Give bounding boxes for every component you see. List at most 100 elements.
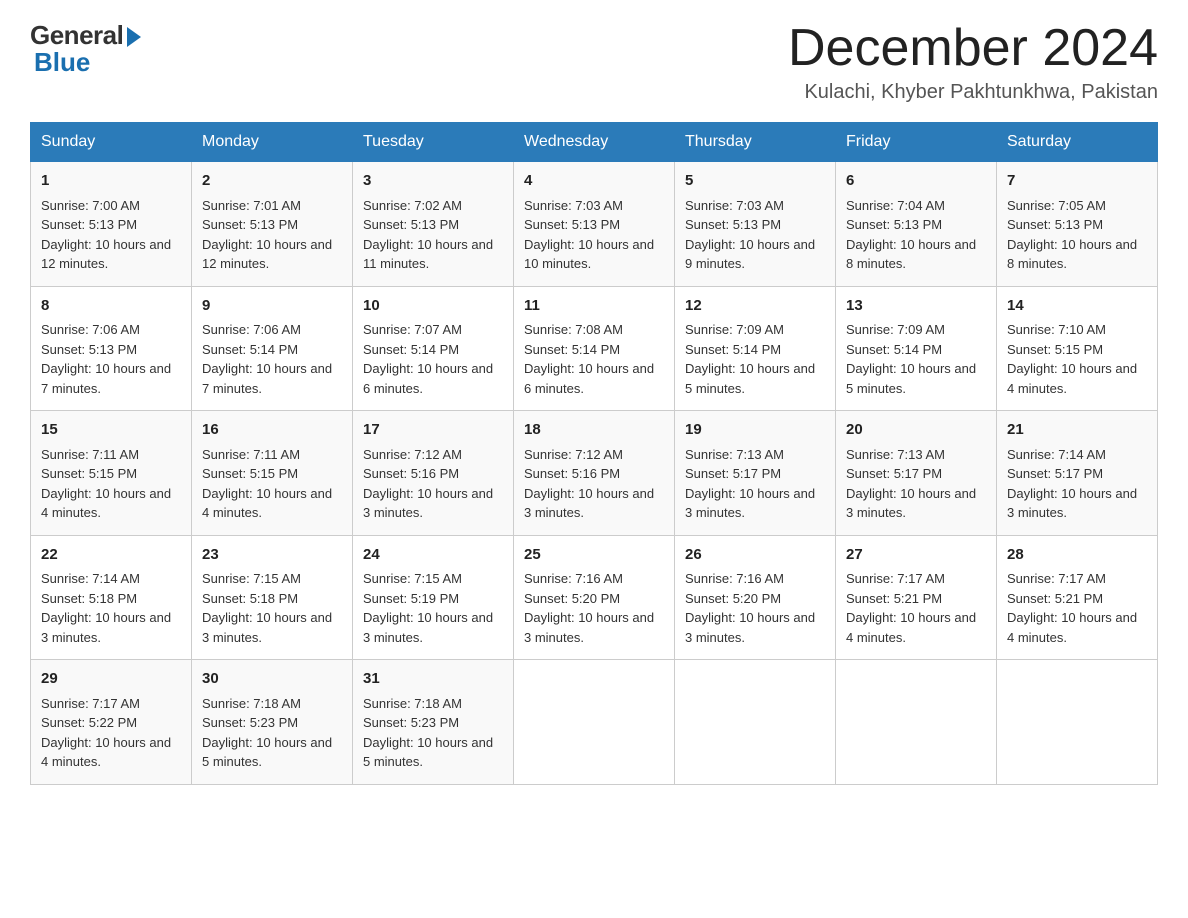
calendar-cell: 1Sunrise: 7:00 AMSunset: 5:13 PMDaylight…: [31, 162, 192, 287]
day-number: 6: [846, 170, 986, 193]
sunrise-text: Sunrise: 7:09 AM: [685, 322, 784, 337]
daylight-text: Daylight: 10 hours and 4 minutes.: [41, 735, 171, 770]
calendar-cell: 8Sunrise: 7:06 AMSunset: 5:13 PMDaylight…: [31, 286, 192, 411]
calendar-cell: [836, 660, 997, 785]
calendar-cell: [675, 660, 836, 785]
day-number: 23: [202, 544, 342, 567]
logo-triangle-icon: [127, 27, 141, 47]
daylight-text: Daylight: 10 hours and 5 minutes.: [363, 735, 493, 770]
sunset-text: Sunset: 5:13 PM: [846, 217, 942, 232]
calendar-header-sunday: Sunday: [31, 123, 192, 162]
calendar-header-wednesday: Wednesday: [514, 123, 675, 162]
calendar-header-monday: Monday: [192, 123, 353, 162]
day-number: 21: [1007, 419, 1147, 442]
sunrise-text: Sunrise: 7:17 AM: [846, 571, 945, 586]
sunset-text: Sunset: 5:21 PM: [1007, 591, 1103, 606]
calendar-cell: 4Sunrise: 7:03 AMSunset: 5:13 PMDaylight…: [514, 162, 675, 287]
calendar-cell: 2Sunrise: 7:01 AMSunset: 5:13 PMDaylight…: [192, 162, 353, 287]
calendar-header-friday: Friday: [836, 123, 997, 162]
sunrise-text: Sunrise: 7:11 AM: [202, 447, 300, 462]
page-header: General Blue December 2024 Kulachi, Khyb…: [30, 20, 1158, 104]
daylight-text: Daylight: 10 hours and 3 minutes.: [846, 486, 976, 521]
daylight-text: Daylight: 10 hours and 8 minutes.: [1007, 237, 1137, 272]
sunrise-text: Sunrise: 7:05 AM: [1007, 198, 1106, 213]
sunset-text: Sunset: 5:14 PM: [524, 342, 620, 357]
daylight-text: Daylight: 10 hours and 4 minutes.: [846, 610, 976, 645]
day-number: 8: [41, 295, 181, 318]
sunrise-text: Sunrise: 7:14 AM: [41, 571, 140, 586]
sunrise-text: Sunrise: 7:12 AM: [363, 447, 462, 462]
calendar-cell: 12Sunrise: 7:09 AMSunset: 5:14 PMDayligh…: [675, 286, 836, 411]
sunrise-text: Sunrise: 7:12 AM: [524, 447, 623, 462]
sunset-text: Sunset: 5:14 PM: [363, 342, 459, 357]
day-number: 30: [202, 668, 342, 691]
calendar-table: SundayMondayTuesdayWednesdayThursdayFrid…: [30, 122, 1158, 785]
calendar-cell: 25Sunrise: 7:16 AMSunset: 5:20 PMDayligh…: [514, 535, 675, 660]
sunset-text: Sunset: 5:14 PM: [846, 342, 942, 357]
daylight-text: Daylight: 10 hours and 3 minutes.: [524, 486, 654, 521]
logo: General Blue: [30, 20, 141, 78]
calendar-week-row: 15 Sunrise: 7:11 AM Sunset: 5:15 PM Dayligh…: [31, 411, 1158, 536]
sunset-text: Sunset: 5:13 PM: [41, 217, 137, 232]
month-title: December 2024: [788, 20, 1158, 77]
calendar-header-saturday: Saturday: [997, 123, 1158, 162]
sunrise-text: Sunrise: 7:03 AM: [685, 198, 784, 213]
day-number: 11: [524, 295, 664, 318]
sunrise-text: Sunrise: 7:07 AM: [363, 322, 462, 337]
sunset-text: Sunset: 5:13 PM: [1007, 217, 1103, 232]
calendar-cell: 5Sunrise: 7:03 AMSunset: 5:13 PMDaylight…: [675, 162, 836, 287]
day-number: 4: [524, 170, 664, 193]
sunset-text: Sunset: 5:17 PM: [1007, 466, 1103, 481]
sunset-text: Sunset: 5:15 PM: [1007, 342, 1103, 357]
daylight-text: Daylight: 10 hours and 4 minutes.: [41, 486, 171, 521]
calendar-cell: 18 Sunrise: 7:12 AM Sunset: 5:16 PM Dayligh…: [514, 411, 675, 536]
day-number: 15: [41, 419, 181, 442]
day-number: 26: [685, 544, 825, 567]
calendar-cell: 28Sunrise: 7:17 AMSunset: 5:21 PMDayligh…: [997, 535, 1158, 660]
sunrise-text: Sunrise: 7:18 AM: [363, 696, 462, 711]
calendar-cell: 26Sunrise: 7:16 AMSunset: 5:20 PMDayligh…: [675, 535, 836, 660]
daylight-text: Daylight: 10 hours and 6 minutes.: [363, 361, 493, 396]
daylight-text: Daylight: 10 hours and 3 minutes.: [363, 486, 493, 521]
sunrise-text: Sunrise: 7:18 AM: [202, 696, 301, 711]
sunset-text: Sunset: 5:22 PM: [41, 715, 137, 730]
daylight-text: Daylight: 10 hours and 3 minutes.: [685, 610, 815, 645]
day-number: 2: [202, 170, 342, 193]
sunrise-text: Sunrise: 7:10 AM: [1007, 322, 1106, 337]
sunrise-text: Sunrise: 7:17 AM: [1007, 571, 1106, 586]
calendar-cell: 16Sunrise: 7:11 AMSunset: 5:15 PMDayligh…: [192, 411, 353, 536]
day-number: 12: [685, 295, 825, 318]
sunset-text: Sunset: 5:13 PM: [524, 217, 620, 232]
sunset-text: Sunset: 5:15 PM: [202, 466, 298, 481]
day-number: 27: [846, 544, 986, 567]
calendar-cell: 14Sunrise: 7:10 AMSunset: 5:15 PMDayligh…: [997, 286, 1158, 411]
daylight-text: Daylight: 10 hours and 7 minutes.: [202, 361, 332, 396]
calendar-cell: 3Sunrise: 7:02 AMSunset: 5:13 PMDaylight…: [353, 162, 514, 287]
calendar-week-row: 1Sunrise: 7:00 AMSunset: 5:13 PMDaylight…: [31, 162, 1158, 287]
sunrise-text: Sunrise: 7:04 AM: [846, 198, 945, 213]
sunrise-text: Sunrise: 7:15 AM: [202, 571, 301, 586]
sunrise-text: Sunrise: 7:02 AM: [363, 198, 462, 213]
daylight-text: Daylight: 10 hours and 10 minutes.: [524, 237, 654, 272]
sunrise-text: Sunrise: 7:06 AM: [202, 322, 301, 337]
day-number: 24: [363, 544, 503, 567]
sunrise-text: Sunrise: 7:08 AM: [524, 322, 623, 337]
calendar-cell: 23Sunrise: 7:15 AMSunset: 5:18 PMDayligh…: [192, 535, 353, 660]
calendar-cell: [997, 660, 1158, 785]
calendar-cell: 6Sunrise: 7:04 AMSunset: 5:13 PMDaylight…: [836, 162, 997, 287]
day-number: 16: [202, 419, 342, 442]
day-number: 18: [524, 419, 664, 442]
sunset-text: Sunset: 5:20 PM: [524, 591, 620, 606]
sunset-text: Sunset: 5:16 PM: [524, 466, 620, 481]
sunset-text: Sunset: 5:13 PM: [202, 217, 298, 232]
daylight-text: Daylight: 10 hours and 3 minutes.: [1007, 486, 1137, 521]
day-number: 13: [846, 295, 986, 318]
day-number: 28: [1007, 544, 1147, 567]
sunrise-text: Sunrise: 7:16 AM: [524, 571, 623, 586]
calendar-cell: 22Sunrise: 7:14 AMSunset: 5:18 PMDayligh…: [31, 535, 192, 660]
daylight-text: Daylight: 10 hours and 3 minutes.: [524, 610, 654, 645]
logo-blue-text: Blue: [30, 47, 90, 78]
calendar-cell: 11Sunrise: 7:08 AMSunset: 5:14 PMDayligh…: [514, 286, 675, 411]
day-number: 19: [685, 419, 825, 442]
calendar-header-row: SundayMondayTuesdayWednesdayThursdayFrid…: [31, 123, 1158, 162]
